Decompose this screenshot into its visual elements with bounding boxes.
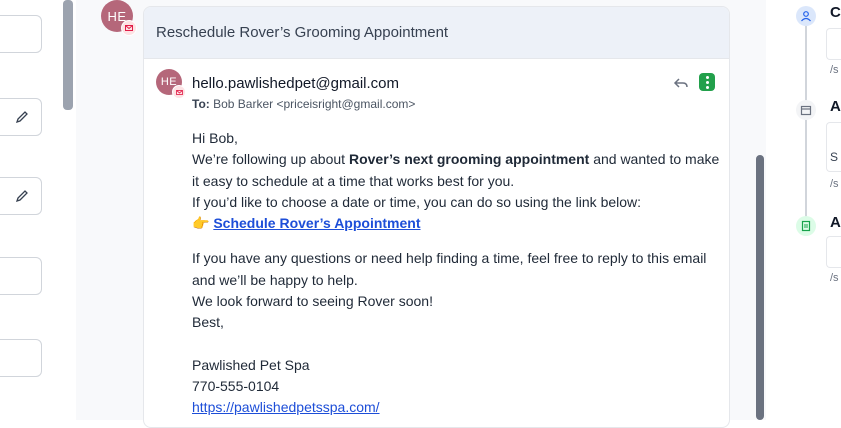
timeline-item-title: A [830,98,841,115]
middle-scrollbar[interactable] [756,155,764,420]
field-input[interactable] [0,339,42,377]
reply-icon[interactable] [673,75,689,91]
timeline-item-box [826,28,841,60]
left-scrollbar[interactable] [63,0,73,110]
more-options-icon[interactable] [699,73,715,91]
paragraph: We look forward to seeing Rover soon! [192,293,433,310]
activity-timeline: C /s A S /s A /s [766,0,841,420]
pointing-hand-icon: 👉 [192,215,210,232]
timeline-line [805,22,807,232]
email-body: Hi Bob, We’re following up about Rover’s… [192,128,722,419]
paragraph: We’re following up about Rover’s next gr… [192,151,720,189]
schedule-line: 👉 Schedule Rover’s Appointment [192,213,722,234]
signature-name: Pawlished Pet Spa [192,356,310,373]
sender-email: hello.pawlishedpet@gmail.com [192,75,399,92]
field-input[interactable] [0,98,42,136]
signoff: Best, [192,314,224,331]
recipient-line: To: Bob Barker <priceisright@gmail.com> [192,97,415,111]
pencil-icon[interactable] [15,189,29,203]
timeline-item-path: /s [830,178,839,190]
field-input[interactable] [0,257,42,295]
person-icon [796,6,816,26]
timeline-item-sub: S [830,150,839,164]
appointment-bold: Rover’s next grooming appointment [348,151,590,168]
paragraph: If you’d like to choose a date or time, … [192,193,642,210]
schedule-link[interactable]: Schedule Rover’s Appointment [213,215,420,231]
signature-phone: 770-555-0104 [192,377,280,394]
avatar: HE [101,0,137,36]
greeting: Hi Bob, [192,130,238,146]
email-header: HE hello.pawlishedpet@gmail.com To: Bob … [144,59,729,119]
field-input[interactable] [0,177,42,215]
timeline-item-box [826,122,841,172]
timeline-item-title: C [830,4,841,21]
timeline-item-title: A [830,214,841,231]
to-label: To: [192,97,210,111]
left-field-column [0,0,62,420]
mail-icon [121,20,137,36]
field-input[interactable] [0,15,42,53]
mail-icon [172,85,186,99]
sender-avatar: HE [156,69,186,99]
document-icon [796,216,816,236]
pencil-icon[interactable] [15,110,29,124]
timeline-item-box [826,236,841,268]
email-subject: Reschedule Rover’s Grooming Appointment [144,7,729,59]
calendar-icon [796,100,816,120]
signature-url[interactable]: https://pawlishedpetsspa.com/ [192,399,380,415]
email-card: Reschedule Rover’s Grooming Appointment … [143,6,730,428]
paragraph: If you have any questions or need help f… [192,250,707,288]
timeline-item-path: /s [830,272,839,284]
timeline-item-path: /s [830,64,839,76]
recipient: Bob Barker <priceisright@gmail.com> [213,97,416,111]
